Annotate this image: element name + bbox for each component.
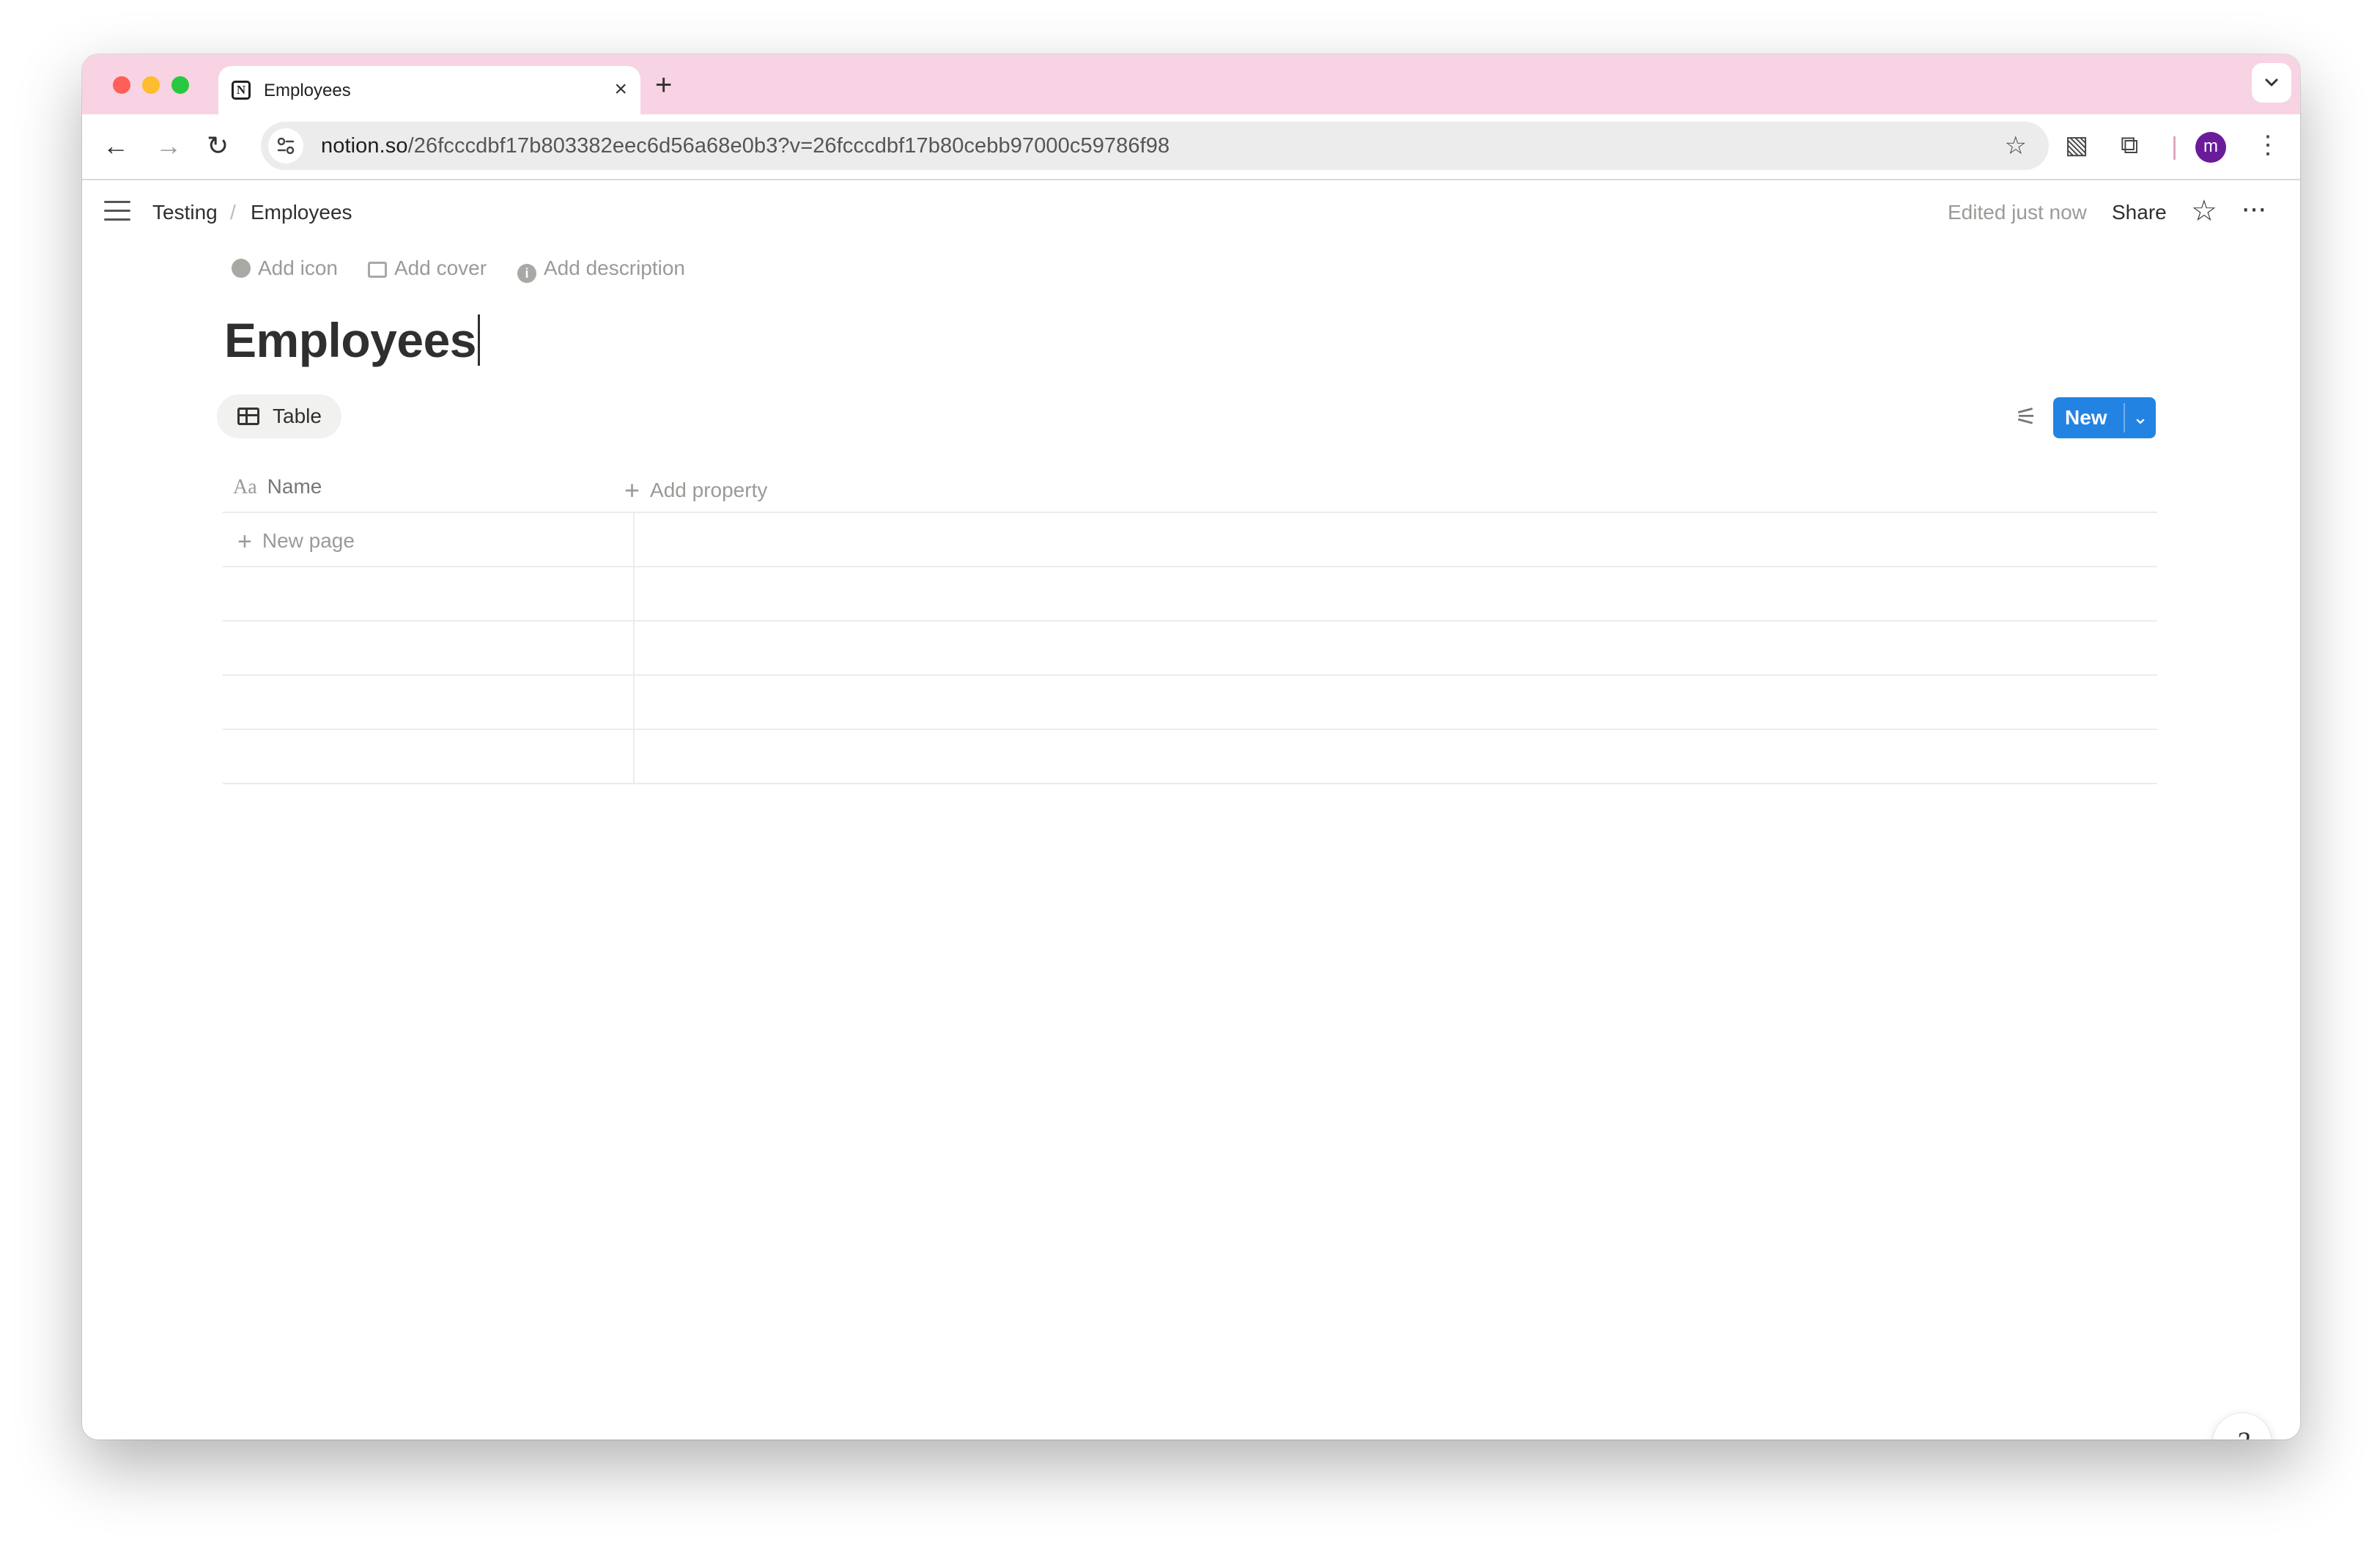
chevron-down-icon — [2265, 78, 2278, 86]
browser-toolbar: ← → ↻ notion.so/26fcccdbf17b803382eec6d5… — [82, 114, 2300, 180]
browser-menu-icon[interactable]: ⋮ — [2255, 128, 2280, 163]
add-icon-button[interactable]: Add icon — [232, 257, 338, 280]
add-property-label: Add property — [650, 479, 768, 501]
favorite-star-icon[interactable]: ☆ — [2191, 194, 2217, 229]
table-row — [223, 567, 2157, 622]
new-page-button[interactable]: + New page — [237, 528, 355, 556]
url-host: notion.so — [321, 134, 408, 158]
page-title[interactable]: Employees — [224, 312, 480, 368]
new-button-divider — [2124, 403, 2125, 432]
chevron-down-icon[interactable]: ⌄ — [2129, 406, 2151, 429]
notion-icon: N — [232, 81, 251, 100]
url-path: /26fcccdbf17b803382eec6d56a68e0b3?v=26fc… — [407, 134, 1170, 158]
toolbar-divider — [2173, 136, 2176, 160]
database-table: Aa Name + Add property + New page — [223, 460, 2157, 784]
table-icon — [237, 408, 259, 425]
smiley-icon — [232, 259, 251, 278]
column-header-label: Name — [267, 475, 322, 498]
add-icon-label: Add icon — [258, 257, 338, 279]
breadcrumb-testing[interactable]: Testing — [152, 201, 218, 224]
add-property-button[interactable]: + Add property — [624, 475, 767, 506]
table-row — [223, 622, 2157, 676]
sidebar-menu-icon[interactable] — [104, 201, 130, 223]
close-window-button[interactable] — [113, 76, 130, 94]
tab-title: Employees — [264, 81, 351, 100]
minimize-window-button[interactable] — [142, 76, 160, 94]
help-button[interactable]: ? — [2213, 1413, 2272, 1440]
tune-icon — [277, 137, 295, 155]
browser-window: N Employees × + ← → ↻ notion.so/26fcccdb… — [82, 54, 2300, 1440]
profile-avatar[interactable]: m — [2195, 132, 2226, 163]
add-cover-label: Add cover — [394, 257, 487, 279]
bookmark-star-icon[interactable]: ☆ — [2005, 130, 2027, 161]
table-row: + New page — [223, 513, 2157, 567]
add-description-label: Add description — [544, 257, 686, 279]
site-settings-icon[interactable] — [268, 128, 303, 163]
tab-strip: N Employees × + — [82, 54, 2300, 114]
back-button[interactable]: ← — [103, 129, 129, 163]
breadcrumb-separator: / — [230, 201, 236, 224]
new-tab-button[interactable]: + — [655, 67, 672, 103]
add-cover-button[interactable]: Add cover — [368, 257, 487, 280]
plus-icon: + — [237, 528, 252, 556]
table-row — [223, 676, 2157, 730]
help-icon: ? — [2235, 1426, 2250, 1440]
text-property-icon: Aa — [233, 476, 257, 498]
page-title-text: Employees — [224, 313, 477, 367]
edited-status[interactable]: Edited just now — [1948, 201, 2087, 224]
notion-page: Testing / Employees Edited just now Shar… — [82, 180, 2300, 1440]
view-settings-icon[interactable]: ⚟ — [2015, 402, 2037, 432]
new-page-label: New page — [262, 529, 355, 552]
table-row — [223, 730, 2157, 784]
extension-icon[interactable]: ▧ — [2065, 128, 2088, 163]
browser-tab[interactable]: N Employees × — [218, 66, 640, 114]
forward-button[interactable]: → — [155, 129, 182, 163]
column-header-name[interactable]: Aa Name — [233, 475, 322, 499]
breadcrumb-employees[interactable]: Employees — [251, 201, 352, 224]
plus-icon: + — [624, 475, 640, 505]
maximize-window-button[interactable] — [171, 76, 189, 94]
more-options-icon[interactable]: ··· — [2241, 191, 2267, 226]
address-bar[interactable]: notion.so/26fcccdbf17b803382eec6d56a68e0… — [261, 122, 2049, 170]
view-tab-table[interactable]: Table — [217, 394, 341, 438]
reload-button[interactable]: ↻ — [207, 129, 229, 163]
tab-search-button[interactable] — [2252, 63, 2291, 103]
new-button-label: New — [2065, 406, 2107, 429]
table-header: Aa Name + Add property — [223, 460, 2157, 513]
text-caret — [478, 314, 480, 366]
share-button[interactable]: Share — [2112, 201, 2167, 224]
image-icon — [368, 262, 387, 278]
view-tab-label: Table — [273, 405, 322, 427]
tab-close-icon[interactable]: × — [614, 76, 627, 103]
info-icon: i — [517, 264, 536, 283]
url-text[interactable]: notion.so/26fcccdbf17b803382eec6d56a68e0… — [321, 134, 1169, 158]
new-button[interactable]: New ⌄ — [2053, 397, 2156, 438]
add-description-button[interactable]: i Add description — [517, 257, 685, 283]
extensions-puzzle-icon[interactable]: ⧉ — [2121, 128, 2138, 163]
